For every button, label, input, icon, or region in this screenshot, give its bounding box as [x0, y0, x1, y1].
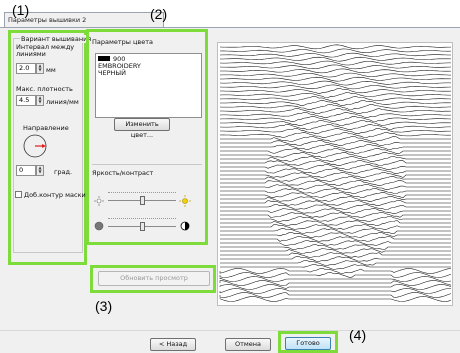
- stitch-line: [220, 99, 452, 107]
- refresh-preview-button[interactable]: Обновить просмотр: [98, 271, 210, 286]
- stitch-line: [219, 280, 452, 286]
- stitch-line: [220, 192, 451, 199]
- contrast-low-icon: [94, 221, 104, 231]
- stitch-line: [220, 164, 451, 171]
- stitch-line: [220, 172, 451, 178]
- stitch-line: [220, 188, 451, 194]
- brightness-low-icon: [94, 196, 104, 206]
- contrast-high-icon: [180, 221, 190, 231]
- interval-spinner[interactable]: ▲ ▼: [36, 63, 44, 74]
- change-color-button[interactable]: Изменить цвет...: [114, 118, 170, 139]
- stitch-line: [220, 264, 451, 270]
- interval-input[interactable]: 2.0: [16, 63, 36, 74]
- density-spinner[interactable]: ▲ ▼: [36, 95, 44, 106]
- color-name: ЧЕРНЫЙ: [98, 69, 126, 77]
- cancel-button[interactable]: Отмена: [225, 338, 271, 351]
- stitch-line: [219, 284, 452, 290]
- callout-4: (4): [349, 327, 367, 343]
- stitch-line: [220, 200, 451, 206]
- stitch-line: [220, 260, 451, 266]
- contrast-slider-thumb[interactable]: [140, 222, 145, 231]
- stitch-line: [219, 115, 452, 123]
- stitch-line: [219, 84, 452, 90]
- brightness-slider-thumb[interactable]: [140, 196, 145, 205]
- stitch-line: [220, 244, 451, 250]
- stitch-line: [219, 60, 451, 66]
- stitch-line: [220, 219, 451, 226]
- stitch-line: [220, 195, 451, 202]
- stitch-line: [220, 136, 451, 142]
- contrast-ticks: [108, 218, 176, 220]
- stitch-line: [220, 208, 451, 215]
- angle-unit: град.: [54, 168, 73, 176]
- stitch-line: [220, 108, 452, 114]
- density-label: Макс. плотность: [16, 85, 73, 93]
- stitch-line: [220, 88, 452, 95]
- preview-image: [219, 44, 452, 302]
- stitch-line: [219, 80, 451, 86]
- stitch-line: [220, 236, 451, 242]
- panel-divider: [92, 164, 202, 165]
- stitch-line: [220, 256, 451, 262]
- stitch-line: [220, 160, 451, 166]
- stitch-line: [220, 127, 451, 135]
- done-button[interactable]: Готово: [285, 337, 331, 350]
- density-input[interactable]: 4.5: [16, 95, 36, 106]
- brightness-high-icon: [179, 195, 191, 207]
- stitch-line: [220, 68, 452, 74]
- stitch-line: [219, 72, 452, 78]
- interval-label: Интервал между линиями: [16, 43, 75, 58]
- color-swatch: [98, 56, 110, 61]
- embroidery-preview: [217, 42, 453, 306]
- interval-unit: мм: [46, 66, 56, 74]
- stitch-line: [219, 124, 451, 131]
- outline-checkbox-label: Доб.контур маски: [24, 191, 86, 199]
- back-button[interactable]: < Назад: [150, 338, 196, 351]
- angle-spinner[interactable]: ▲ ▼: [36, 165, 44, 176]
- stitch-line: [220, 216, 451, 222]
- stitch-line: [219, 44, 451, 50]
- stitch-line: [219, 296, 452, 302]
- stitch-line: [220, 179, 451, 187]
- stitch-line: [220, 155, 451, 163]
- direction-dial[interactable]: [22, 133, 48, 159]
- stitch-line: [219, 64, 452, 70]
- stitch-line: [219, 276, 452, 282]
- group-title: Вариант вышивания: [20, 35, 93, 43]
- stitch-line: [220, 176, 451, 182]
- stitch-line: [219, 52, 451, 58]
- stitch-line: [219, 96, 452, 102]
- stitch-line: [220, 212, 451, 218]
- stitch-line: [220, 148, 451, 154]
- stitch-line: [219, 111, 451, 119]
- stitch-line: [220, 167, 451, 175]
- stitch-line: [220, 232, 451, 238]
- stitch-line: [220, 56, 452, 62]
- angle-input[interactable]: 0: [16, 165, 36, 176]
- brightness-contrast-label: Яркость/контраст: [92, 169, 154, 177]
- stitch-line: [220, 252, 451, 258]
- density-unit: линия/мм: [46, 98, 79, 106]
- stitch-line: [219, 92, 451, 98]
- callout-3: (3): [95, 298, 113, 314]
- callout-1: (1): [12, 2, 30, 18]
- tab-divider: [0, 27, 460, 28]
- color-panel-title: Параметры цвета: [92, 38, 154, 46]
- stitch-line: [220, 151, 451, 159]
- footer-divider: [0, 330, 460, 331]
- brightness-ticks: [108, 192, 176, 194]
- stitch-line: [220, 76, 452, 82]
- stitch-line: [220, 240, 451, 246]
- outline-checkbox[interactable]: [15, 191, 22, 198]
- stitch-line: [220, 143, 451, 151]
- stitch-line: [219, 48, 452, 54]
- callout-2: (2): [150, 6, 168, 22]
- direction-label: Направление: [23, 124, 69, 132]
- stitch-line: [219, 132, 452, 138]
